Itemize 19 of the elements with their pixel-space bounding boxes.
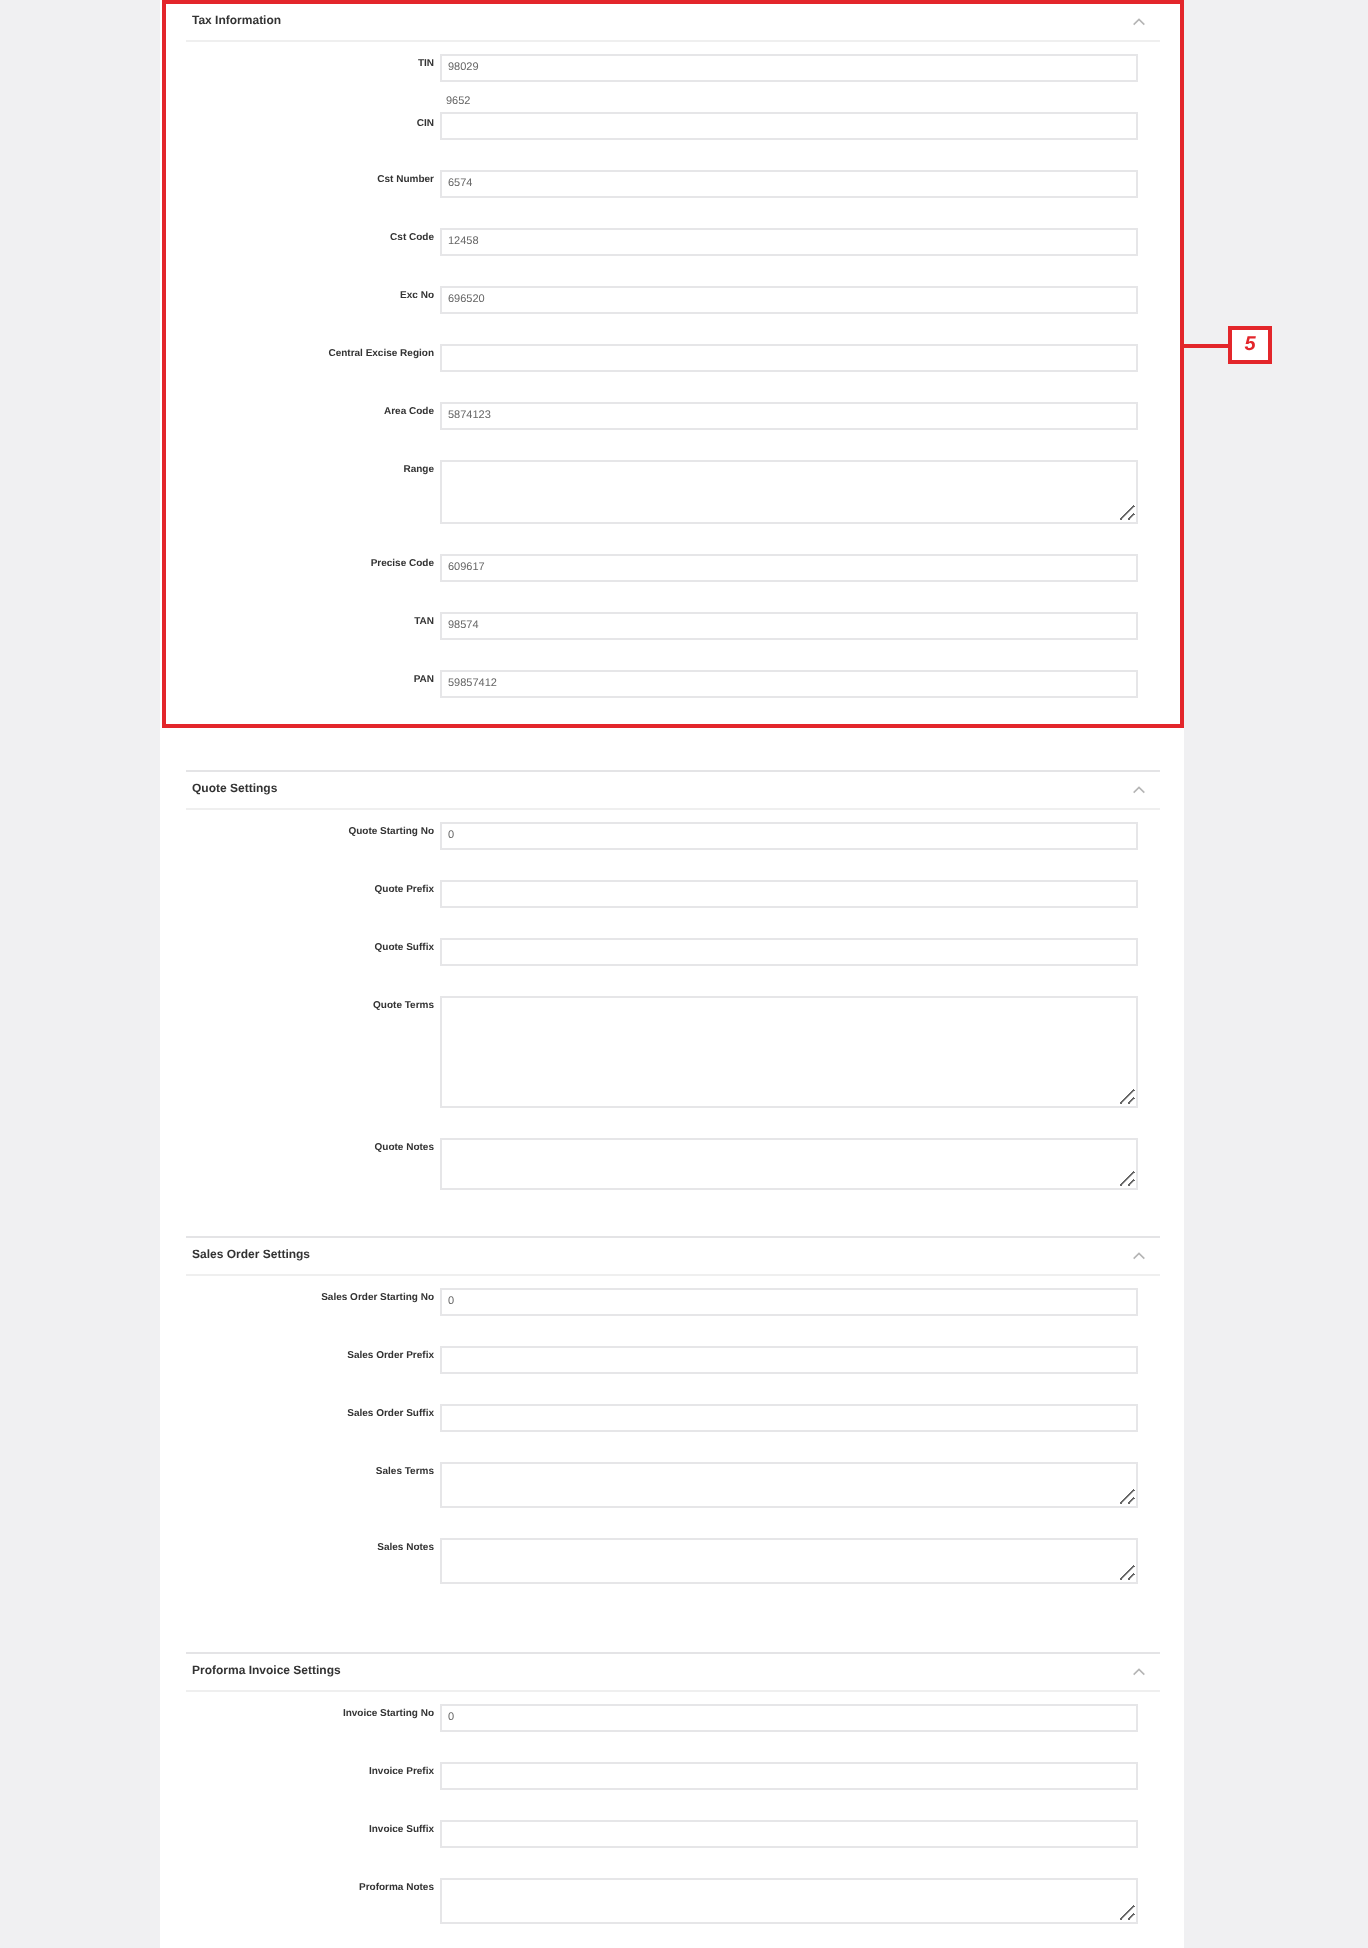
input-field[interactable] — [440, 880, 1138, 908]
chevron-up-icon[interactable] — [1132, 18, 1146, 26]
input-field[interactable] — [440, 1346, 1138, 1374]
chevron-up-icon[interactable] — [1132, 786, 1146, 794]
chevron-up-icon[interactable] — [1132, 1252, 1146, 1260]
textarea-field[interactable] — [440, 1878, 1138, 1924]
textarea-field[interactable] — [440, 1538, 1138, 1584]
textarea-field[interactable] — [440, 996, 1138, 1108]
input-field[interactable] — [440, 112, 1138, 140]
input-field[interactable] — [440, 1404, 1138, 1432]
chevron-up-icon[interactable] — [1132, 1668, 1146, 1676]
annotation-badge: 5 — [1228, 326, 1272, 364]
input-field[interactable] — [440, 344, 1138, 372]
input-field[interactable] — [440, 1762, 1138, 1790]
textarea-field[interactable] — [440, 1138, 1138, 1190]
input-field[interactable] — [440, 938, 1138, 966]
input-field[interactable] — [440, 1820, 1138, 1848]
textarea-field[interactable] — [440, 460, 1138, 524]
textarea-field[interactable] — [440, 1462, 1138, 1508]
